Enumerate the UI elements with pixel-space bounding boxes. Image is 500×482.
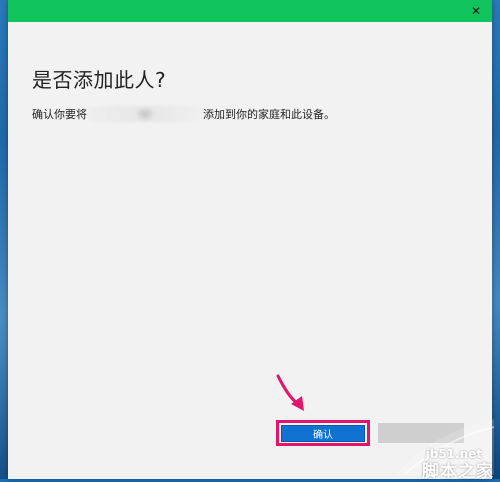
message-prefix: 确认你要将 — [32, 108, 87, 121]
dialog-titlebar: ✕ — [8, 0, 492, 22]
pointer-arrow-icon — [276, 374, 304, 411]
watermark-brand: 脚本之家 — [422, 462, 494, 482]
dialog-title: 是否添加此人? — [32, 68, 167, 92]
add-family-member-dialog: ✕ 是否添加此人? 确认你要将 添加到你的家庭和此设备。 确认 — [8, 0, 492, 479]
close-icon: ✕ — [470, 4, 482, 18]
message-suffix: 添加到你的家庭和此设备。 — [203, 108, 335, 121]
confirm-button[interactable]: 确认 — [281, 425, 365, 442]
site-watermark: jb51.net 脚本之家 — [380, 417, 496, 482]
close-button[interactable]: ✕ — [460, 0, 492, 22]
redacted-account-name — [89, 106, 201, 122]
confirmation-message: 确认你要将 添加到你的家庭和此设备。 — [32, 106, 335, 122]
